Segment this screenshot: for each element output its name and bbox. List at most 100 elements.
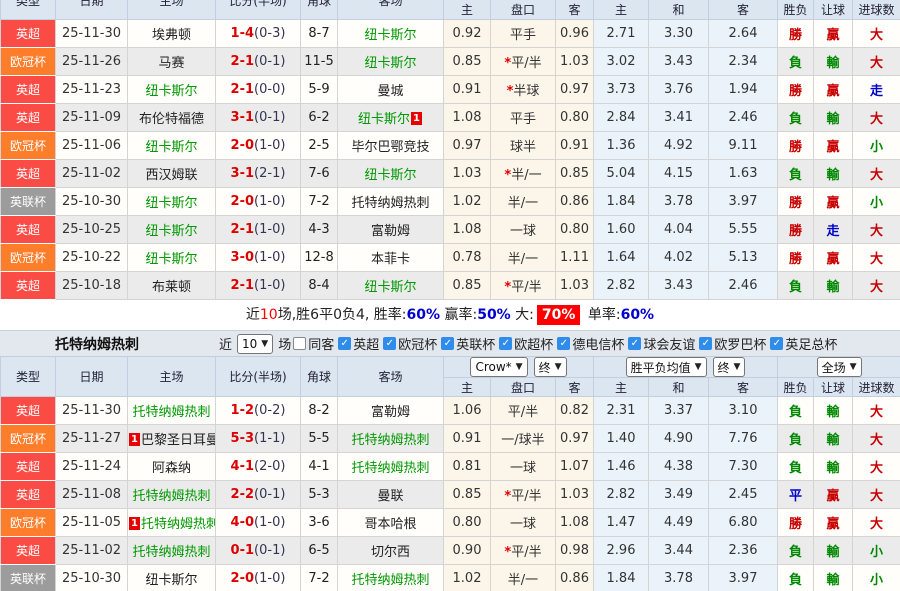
ah-handicap: *平/半: [491, 48, 556, 76]
result-1x2: 勝: [778, 20, 814, 48]
fulltime-score: 2-0: [231, 138, 255, 153]
handicap-line: 一球: [510, 461, 536, 476]
league-filter[interactable]: ✓德电信杯: [557, 334, 624, 353]
team-name: 阿森纳: [152, 461, 191, 476]
col-header-eu-home: 主: [594, 378, 649, 397]
ah-final-select[interactable]: 终 ▼: [534, 357, 567, 377]
ah-away-odds: 1.08: [556, 509, 594, 537]
eu-away-odds: 2.64: [709, 20, 778, 48]
away-team-cell: 纽卡斯尔: [338, 20, 444, 48]
team-name: 埃弗顿: [152, 28, 191, 43]
away-team-cell: 托特纳姆热刺: [338, 565, 444, 591]
col-header-corners: 角球: [301, 0, 338, 20]
eu-away-odds: 2.46: [709, 104, 778, 132]
team-name: 纽卡斯尔: [145, 84, 197, 99]
result-goals: 走: [853, 76, 900, 104]
away-team-cell: 纽卡斯尔: [338, 160, 444, 188]
league-filter[interactable]: ✓欧超杯: [499, 334, 553, 353]
eu-home-odds: 2.71: [594, 20, 649, 48]
col-header-home: 主场: [128, 357, 216, 397]
corners-cell: 8-2: [301, 397, 338, 425]
chevron-down-icon: ▼: [261, 339, 268, 349]
league-badge: 英联杯: [1, 188, 56, 216]
table2-header-row-selects: 类型 日期 主场 比分(半场) 角球 客场 Crow* ▼ 终 ▼: [1, 357, 900, 378]
away-team-cell: 纽卡斯尔: [338, 272, 444, 300]
ah-away-odds: 0.85: [556, 160, 594, 188]
col-header-date: 日期: [56, 0, 128, 20]
ah-away-odds: 0.82: [556, 397, 594, 425]
league-filter[interactable]: ✓英超: [338, 334, 379, 353]
league-badge: 英超: [1, 104, 56, 132]
result-handicap: 贏: [814, 481, 853, 509]
fulltime-score: 3-0: [231, 250, 255, 265]
score-cell: 1-4(0-3): [216, 20, 301, 48]
result-1x2: 勝: [778, 76, 814, 104]
eu-draw-odds: 4.04: [649, 216, 709, 244]
result-handicap: 輸: [814, 453, 853, 481]
league-checkbox[interactable]: ✓: [338, 337, 351, 350]
result-goals: 大: [853, 453, 900, 481]
recent-count-select[interactable]: 10 ▼: [237, 334, 273, 354]
eu-home-odds: 2.82: [594, 272, 649, 300]
same-away-checkbox[interactable]: [293, 337, 306, 350]
match-row: 英超25-11-02西汉姆联3-1(2-1)7-6纽卡斯尔1.03*半/一0.8…: [1, 160, 900, 188]
handicap-line: 半/一: [508, 252, 538, 267]
same-away-filter[interactable]: 同客: [293, 334, 334, 353]
eu-away-odds: 5.55: [709, 216, 778, 244]
league-filter[interactable]: ✓欧罗巴杯: [699, 334, 766, 353]
col-header-result: 胜负: [778, 0, 814, 20]
eu-draw-odds: 4.38: [649, 453, 709, 481]
league-checkbox[interactable]: ✓: [628, 337, 641, 350]
fulltime-score: 2-1: [231, 222, 255, 237]
rank-badge: 1: [129, 517, 140, 530]
result-1x2: 勝: [778, 132, 814, 160]
league-filter[interactable]: ✓英足总杯: [770, 334, 837, 353]
league-filter[interactable]: ✓英联杯: [441, 334, 495, 353]
eu-final-select[interactable]: 终 ▼: [713, 357, 746, 377]
ah-away-odds: 0.86: [556, 565, 594, 591]
eu-avg-select[interactable]: 胜平负均值 ▼: [626, 357, 707, 377]
section-bar-tottenham: 托特纳姆热刺 近 10 ▼ 场 同客 ✓英超✓欧冠杯✓英联杯✓欧超杯✓德电信杯✓…: [0, 330, 900, 356]
fulltime-score: 0-1: [231, 543, 255, 558]
score-cell: 5-3(1-1): [216, 425, 301, 453]
ah-home-odds: 0.92: [444, 20, 491, 48]
scope-select[interactable]: 全场 ▼: [817, 357, 862, 377]
halftime-score: (0-2): [254, 403, 285, 418]
result-goals: 小: [853, 132, 900, 160]
home-team-cell: 布伦特福德: [128, 104, 216, 132]
league-checkbox[interactable]: ✓: [557, 337, 570, 350]
result-handicap: 輸: [814, 104, 853, 132]
result-handicap: 輸: [814, 48, 853, 76]
eu-draw-odds: 4.90: [649, 425, 709, 453]
eu-draw-odds: 3.49: [649, 481, 709, 509]
result-goals: 大: [853, 509, 900, 537]
same-away-label: 同客: [308, 334, 334, 353]
col-header-type: 类型: [1, 0, 56, 20]
team-name: 纽卡斯尔: [145, 196, 197, 211]
league-checkbox[interactable]: ✓: [441, 337, 454, 350]
league-filter[interactable]: ✓球会友谊: [628, 334, 695, 353]
team-name: 巴黎圣日耳曼: [141, 433, 216, 448]
league-filter-label: 德电信杯: [572, 334, 624, 353]
match-date: 25-11-02: [56, 160, 128, 188]
league-badge: 欧冠杯: [1, 244, 56, 272]
ah-away-odds: 1.07: [556, 453, 594, 481]
halftime-score: (1-1): [254, 431, 285, 446]
col-header-date: 日期: [56, 357, 128, 397]
fulltime-score: 2-1: [231, 54, 255, 69]
halftime-score: (0-0): [254, 82, 285, 97]
ah-home-odds: 0.85: [444, 48, 491, 76]
col-header-eu-away: 客: [709, 0, 778, 20]
ah-home-odds: 1.03: [444, 160, 491, 188]
league-checkbox[interactable]: ✓: [383, 337, 396, 350]
bookmaker-select[interactable]: Crow* ▼: [470, 357, 527, 377]
eu-draw-odds: 3.78: [649, 188, 709, 216]
league-checkbox[interactable]: ✓: [699, 337, 712, 350]
handicap-line: 半/一: [508, 196, 538, 211]
summary-segment: 赢率:: [440, 307, 477, 323]
league-filter[interactable]: ✓欧冠杯: [383, 334, 437, 353]
league-checkbox[interactable]: ✓: [770, 337, 783, 350]
team-name: 纽卡斯尔: [364, 280, 416, 295]
eu-away-odds: 9.11: [709, 132, 778, 160]
league-checkbox[interactable]: ✓: [499, 337, 512, 350]
